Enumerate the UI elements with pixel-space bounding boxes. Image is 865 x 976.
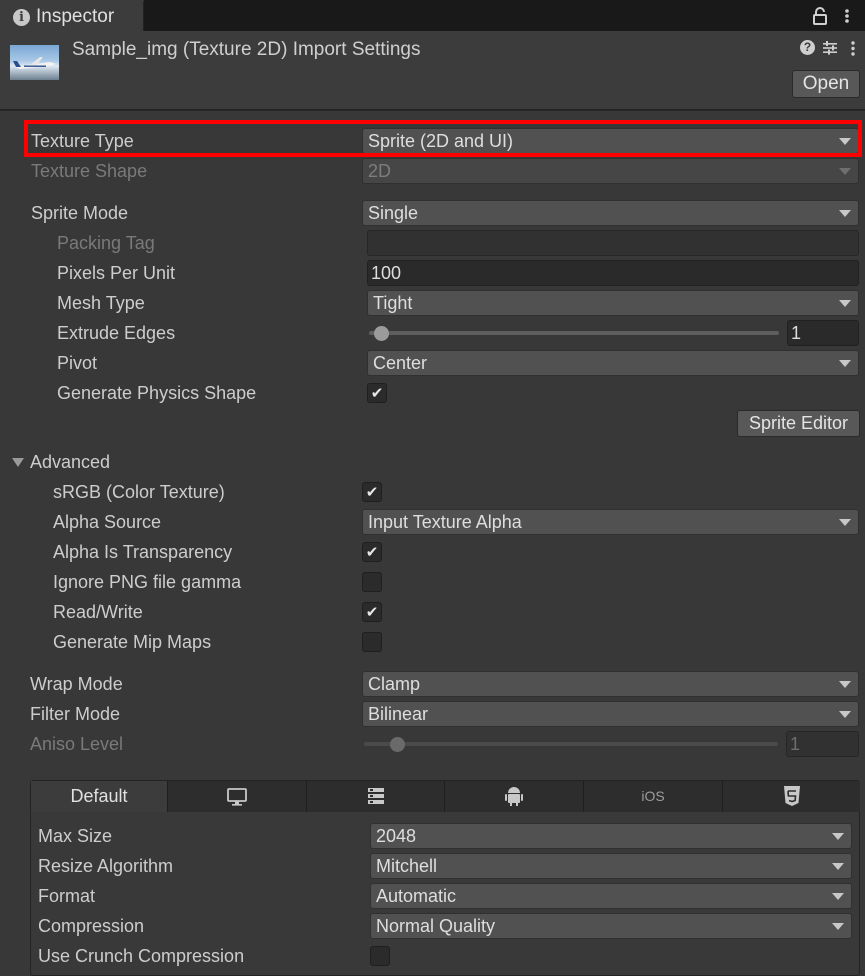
extrude-edges-input[interactable]: 1 [787, 320, 859, 346]
generate-mip-maps-label: Generate Mip Maps [53, 632, 212, 652]
read-write-checkbox[interactable]: ✔ [362, 602, 382, 622]
platform-tab-android[interactable] [445, 781, 584, 812]
filter-mode-dropdown[interactable]: Bilinear [362, 701, 859, 727]
texture-shape-label: Texture Shape [31, 161, 148, 181]
alpha-source-label: Alpha Source [53, 512, 162, 532]
aniso-level-input: 1 [786, 731, 859, 757]
generate-mip-maps-checkbox[interactable] [362, 632, 382, 652]
alpha-source-dropdown[interactable]: Input Texture Alpha [362, 509, 859, 535]
server-icon [367, 788, 384, 804]
texture-shape-dropdown: 2D [362, 158, 859, 184]
srgb-checkbox[interactable]: ✔ [362, 482, 382, 502]
pixels-per-unit-input[interactable]: 100 [367, 260, 859, 286]
mesh-type-dropdown[interactable]: Tight [367, 290, 859, 316]
preset-icon[interactable] [822, 40, 838, 56]
pivot-value: Center [373, 353, 428, 373]
tab-menu-icon[interactable] [842, 6, 852, 26]
tab-inspector-label: Inspector [36, 6, 115, 27]
chevron-down-icon [832, 863, 844, 870]
platform-tab-webgl[interactable] [723, 781, 860, 812]
pivot-label: Pivot [57, 353, 98, 373]
aniso-level-label: Aniso Level [30, 734, 124, 754]
compression-label: Compression [38, 916, 145, 936]
lock-icon[interactable] [811, 6, 829, 26]
chevron-down-icon [839, 168, 851, 175]
sprite-mode-label: Sprite Mode [31, 203, 129, 223]
sprite-editor-button[interactable]: Sprite Editor [737, 410, 860, 437]
advanced-foldout[interactable]: Advanced [30, 452, 110, 473]
platform-tab-default[interactable]: Default [31, 781, 168, 812]
read-write-label: Read/Write [53, 602, 143, 622]
foldout-arrow-icon[interactable] [12, 458, 24, 467]
extrude-edges-slider[interactable] [369, 331, 779, 335]
tab-inspector[interactable]: i Inspector [0, 0, 144, 32]
ignore-png-gamma-label: Ignore PNG file gamma [53, 572, 242, 592]
highlight-box [24, 120, 862, 157]
platform-tab-standalone[interactable] [168, 781, 307, 812]
resize-algorithm-value: Mitchell [376, 856, 438, 876]
chevron-down-icon [832, 833, 844, 840]
chevron-down-icon [839, 210, 851, 217]
format-label: Format [38, 886, 96, 906]
resize-algorithm-label: Resize Algorithm [38, 856, 174, 876]
mesh-type-label: Mesh Type [57, 293, 145, 313]
html5-icon [783, 786, 800, 806]
monitor-icon [227, 788, 247, 806]
alpha-is-transparency-checkbox[interactable]: ✔ [362, 542, 382, 562]
header-menu-icon[interactable] [850, 40, 856, 57]
format-dropdown[interactable]: Automatic [370, 883, 852, 909]
filter-mode-label: Filter Mode [30, 704, 121, 724]
chevron-down-icon [839, 360, 851, 367]
generate-physics-shape-label: Generate Physics Shape [57, 383, 257, 403]
chevron-down-icon [839, 681, 851, 688]
platform-tab-ios[interactable]: iOS [584, 781, 723, 812]
texture-thumbnail [10, 45, 59, 80]
wrap-mode-value: Clamp [368, 674, 421, 694]
resize-algorithm-dropdown[interactable]: Mitchell [370, 853, 852, 879]
compression-dropdown[interactable]: Normal Quality [370, 913, 852, 939]
header-title: Sample_img (Texture 2D) Import Settings [72, 39, 421, 60]
srgb-label: sRGB (Color Texture) [53, 482, 225, 502]
platform-tab-ios-label: iOS [641, 788, 665, 804]
max-size-value: 2048 [376, 826, 417, 846]
info-icon: i [13, 9, 30, 26]
platform-tab-server[interactable] [307, 781, 445, 812]
use-crunch-checkbox[interactable] [370, 946, 390, 966]
ignore-png-gamma-checkbox[interactable] [362, 572, 382, 592]
chevron-down-icon [839, 519, 851, 526]
help-icon[interactable]: ? [800, 40, 815, 55]
open-button[interactable]: Open [792, 70, 860, 98]
chevron-down-icon [832, 893, 844, 900]
aniso-level-slider [364, 742, 778, 746]
wrap-mode-label: Wrap Mode [30, 674, 123, 694]
packing-tag-input[interactable] [367, 230, 859, 256]
sprite-mode-value: Single [368, 203, 419, 223]
android-icon [505, 787, 523, 806]
compression-value: Normal Quality [376, 916, 496, 936]
alpha-is-transparency-label: Alpha Is Transparency [53, 542, 233, 562]
pixels-per-unit-label: Pixels Per Unit [57, 263, 176, 283]
max-size-dropdown[interactable]: 2048 [370, 823, 852, 849]
extrude-edges-label: Extrude Edges [57, 323, 176, 343]
chevron-down-icon [839, 300, 851, 307]
format-value: Automatic [376, 886, 457, 906]
use-crunch-label: Use Crunch Compression [38, 946, 245, 966]
sprite-mode-dropdown[interactable]: Single [362, 200, 859, 226]
chevron-down-icon [839, 711, 851, 718]
inspector-header: Sample_img (Texture 2D) Import Settings … [0, 31, 865, 110]
alpha-source-value: Input Texture Alpha [368, 512, 522, 532]
packing-tag-label: Packing Tag [57, 233, 155, 253]
filter-mode-value: Bilinear [368, 704, 429, 724]
generate-physics-shape-checkbox[interactable]: ✔ [367, 383, 387, 403]
mesh-type-value: Tight [373, 293, 413, 313]
texture-shape-value: 2D [368, 161, 392, 181]
chevron-down-icon [832, 923, 844, 930]
max-size-label: Max Size [38, 826, 113, 846]
wrap-mode-dropdown[interactable]: Clamp [362, 671, 859, 697]
pivot-dropdown[interactable]: Center [367, 350, 859, 376]
